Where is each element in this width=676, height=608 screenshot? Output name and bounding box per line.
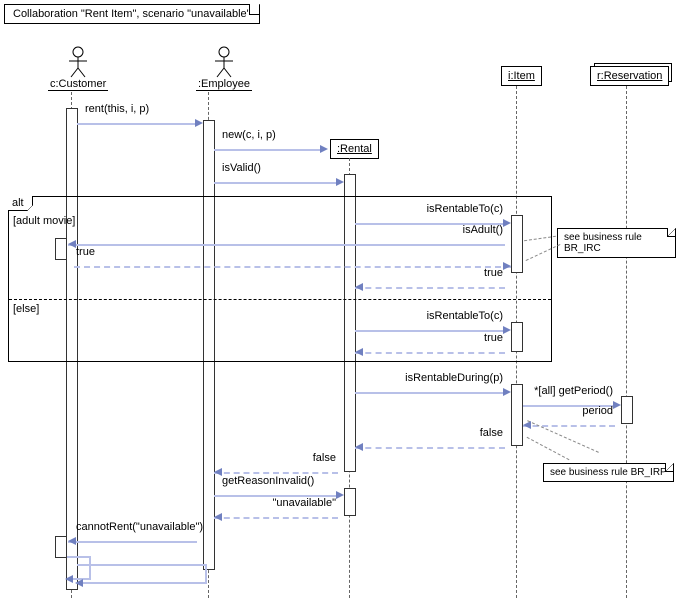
guard-adult: [adult movie] [13, 215, 75, 227]
object-rental: :Rental [330, 139, 379, 159]
msg-unavailable: "unavailable" [214, 510, 344, 524]
diagram-title: Collaboration "Rent Item", scenario "una… [4, 4, 260, 24]
activation [344, 488, 356, 516]
alt-operator: alt [8, 196, 33, 211]
msg-true3: true [355, 345, 511, 359]
note-br-irp: see business rule BR_IRP [543, 463, 674, 482]
activation [621, 396, 633, 424]
return-employee [77, 564, 207, 584]
msg-isvalid: isValid() [214, 175, 344, 189]
employee-label: :Employee [196, 78, 252, 91]
msg-isrentableduring: isRentableDuring(p) [355, 385, 511, 399]
actor-employee: :Employee [196, 46, 252, 91]
object-reservation: r:Reservation [590, 66, 669, 86]
msg-new: new(c, i, p) [214, 142, 328, 156]
guard-else: [else] [13, 303, 39, 315]
alt-divider [9, 299, 551, 300]
lifeline [626, 86, 627, 598]
person-icon [67, 46, 89, 78]
activation [511, 384, 523, 446]
msg-true1: true [68, 259, 511, 273]
activation [55, 536, 67, 558]
person-icon [213, 46, 235, 78]
msg-cannotrent: cannotRent("unavailable") [68, 534, 203, 548]
msg-true2: true [355, 280, 511, 294]
msg-false1: false [355, 440, 511, 454]
actor-customer: c:Customer [48, 46, 108, 91]
object-item: i:Item [501, 66, 542, 86]
msg-rent: rent(this, i, p) [77, 116, 203, 130]
note-br-irc: see business rule BR_IRC [557, 228, 676, 258]
msg-isadult: isAdult() [68, 237, 511, 251]
customer-label: c:Customer [48, 78, 108, 91]
note-connector [527, 437, 570, 460]
